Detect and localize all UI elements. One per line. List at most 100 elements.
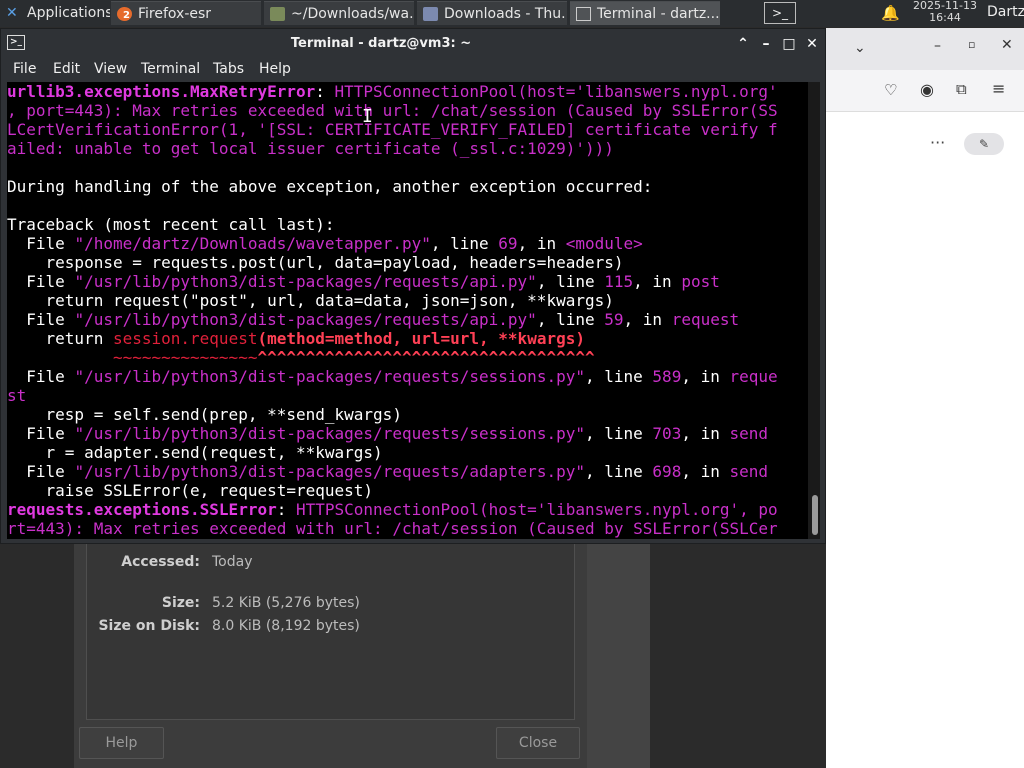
terminal-icon bbox=[576, 6, 591, 21]
terminal-text-segment: , line bbox=[584, 462, 653, 481]
taskbar-window-editor[interactable]: ~/Downloads/wa... bbox=[264, 1, 414, 25]
applications-menu[interactable]: ✕ Applications ≡ bbox=[0, 1, 110, 25]
terminal-titlebar[interactable]: >_ Terminal - dartz@vm3: ~ ⌃ – □ ✕ bbox=[1, 29, 827, 59]
menu-edit[interactable]: Edit bbox=[53, 61, 80, 77]
terminal-line: resp = self.send(prep, **send_kwargs) bbox=[7, 405, 402, 424]
extensions-icon[interactable]: ⧉ bbox=[956, 80, 967, 98]
terminal-text-segment: return request("post", url, data=data, j… bbox=[7, 291, 614, 310]
terminal-text-segment: send bbox=[729, 462, 769, 481]
menu-help[interactable]: Help bbox=[259, 61, 291, 77]
accessed-label: Accessed: bbox=[121, 554, 200, 570]
terminal-text-segment: (method=method, url=url, **kwargs) bbox=[257, 329, 585, 348]
more-options-icon[interactable]: ··· bbox=[930, 133, 945, 152]
menu-terminal[interactable]: Terminal bbox=[141, 61, 200, 77]
pocket-icon[interactable]: ♡ bbox=[884, 81, 897, 99]
terminal-text-segment: ^^^^^^^^^^^^^^^^^^^^^^^^^^^^^^^^^^^ bbox=[257, 348, 595, 367]
terminal-text-segment: return bbox=[7, 329, 113, 348]
clock[interactable]: 2025-11-13 16:44 bbox=[906, 0, 984, 24]
scrollbar-thumb[interactable] bbox=[812, 495, 818, 535]
close-icon[interactable]: ✕ bbox=[804, 36, 820, 52]
terminal-text-segment: File bbox=[7, 367, 75, 386]
taskbar: ✕ Applications ≡ 2 Firefox-esr ~/Downloa… bbox=[0, 0, 1024, 27]
size-on-disk-label: Size on Disk: bbox=[98, 618, 200, 634]
terminal-text-segment: , in bbox=[681, 424, 730, 443]
minimize-icon[interactable]: – bbox=[758, 36, 774, 52]
shade-icon[interactable]: ⌃ bbox=[735, 36, 751, 52]
help-button[interactable]: Help bbox=[79, 727, 164, 759]
terminal-text-segment: r = adapter.send(request, **kwargs) bbox=[7, 443, 383, 462]
terminal-text-segment: HTTPSConnectionPool(host='libanswers.nyp… bbox=[334, 82, 778, 101]
terminal-text-segment: reque bbox=[729, 367, 778, 386]
terminal-text-segment: 69 bbox=[498, 234, 518, 253]
terminal-line: File "/usr/lib/python3/dist-packages/req… bbox=[7, 462, 768, 481]
terminal-text-segment: File bbox=[7, 272, 75, 291]
terminal-launcher-icon[interactable]: >_ bbox=[764, 2, 796, 24]
dialog-side-panel bbox=[587, 540, 650, 768]
taskbar-window-label: Terminal - dartz... bbox=[597, 5, 720, 22]
terminal-text-segment: ~~~~~~~~~~~~~~~ bbox=[7, 348, 258, 367]
terminal-line: response = requests.post(url, data=paylo… bbox=[7, 253, 624, 272]
terminal-line: Traceback (most recent call last): bbox=[7, 215, 335, 234]
taskbar-window-label: Downloads - Thu... bbox=[444, 5, 567, 22]
user-menu[interactable]: Dartz bbox=[987, 4, 1024, 20]
terminal-output[interactable]: urllib3.exceptions.MaxRetryError: HTTPSC… bbox=[7, 82, 808, 539]
terminal-text-segment: response = requests.post(url, data=paylo… bbox=[7, 253, 624, 272]
close-icon[interactable]: ✕ bbox=[1001, 37, 1013, 53]
terminal-line: LCertVerificationError(1, '[SSL: CERTIFI… bbox=[7, 120, 778, 139]
terminal-text-segment: post bbox=[681, 272, 720, 291]
terminal-text-segment: , in bbox=[633, 272, 682, 291]
terminal-line: raise SSLError(e, request=request) bbox=[7, 481, 374, 500]
terminal-text-segment: request bbox=[671, 310, 740, 329]
terminal-line: rt=443): Max retries exceeded with url: … bbox=[7, 519, 778, 538]
close-button[interactable]: Close bbox=[496, 727, 580, 759]
notification-badge: 2 bbox=[123, 9, 130, 21]
terminal-text-segment: st bbox=[7, 386, 27, 405]
terminal-text-segment: Traceback (most recent call last): bbox=[7, 215, 335, 234]
terminal-line: st bbox=[7, 386, 26, 405]
terminal-menubar: File Edit View Terminal Tabs Help bbox=[1, 59, 827, 81]
terminal-scrollbar[interactable] bbox=[808, 82, 820, 539]
terminal-text-segment: session.request bbox=[112, 329, 258, 348]
chevron-down-icon[interactable]: ⌄ bbox=[854, 40, 866, 56]
clock-time: 16:44 bbox=[929, 11, 961, 24]
terminal-text-segment: 589 bbox=[652, 367, 682, 386]
minimize-icon[interactable]: – bbox=[934, 38, 941, 54]
terminal-line: File "/usr/lib/python3/dist-packages/req… bbox=[7, 272, 720, 291]
terminal-text-segment: , in bbox=[517, 234, 566, 253]
maximize-icon[interactable]: ▫ bbox=[968, 38, 975, 51]
terminal-text-segment: raise SSLError(e, request=request) bbox=[7, 481, 374, 500]
terminal-line: ailed: unable to get local issuer certif… bbox=[7, 139, 614, 158]
firefox-titlebar: ⌄ – ▫ ✕ bbox=[826, 28, 1024, 70]
terminal-line: return session.request(method=method, ur… bbox=[7, 329, 585, 348]
taskbar-window-file-manager[interactable]: Downloads - Thu... bbox=[417, 1, 567, 25]
terminal-line: ~~~~~~~~~~~~~~~^^^^^^^^^^^^^^^^^^^^^^^^^… bbox=[7, 348, 595, 367]
terminal-text-segment: File bbox=[7, 234, 75, 253]
terminal-text-segment: , line bbox=[584, 424, 653, 443]
account-icon[interactable]: ◉ bbox=[920, 80, 934, 99]
menu-file[interactable]: File bbox=[13, 61, 36, 77]
terminal-line: r = adapter.send(request, **kwargs) bbox=[7, 443, 383, 462]
terminal-text-segment: : bbox=[315, 82, 335, 101]
firefox-icon: 2 bbox=[117, 6, 132, 21]
terminal-text-segment: "/usr/lib/python3/dist-packages/requests… bbox=[74, 310, 537, 329]
terminal-text-segment: <module> bbox=[565, 234, 643, 253]
taskbar-window-terminal[interactable]: Terminal - dartz... bbox=[570, 1, 720, 25]
size-label: Size: bbox=[161, 595, 200, 611]
terminal-text-segment: During handling of the above exception, … bbox=[7, 177, 653, 196]
terminal-text-segment: : bbox=[276, 500, 296, 519]
terminal-text-segment: , in bbox=[623, 310, 672, 329]
menu-icon[interactable]: ≡ bbox=[992, 79, 1005, 98]
taskbar-window-label: Firefox-esr bbox=[138, 5, 212, 22]
terminal-text-segment: resp = self.send(prep, **send_kwargs) bbox=[7, 405, 402, 424]
edit-pill-button[interactable]: ✎ bbox=[964, 133, 1004, 155]
terminal-line: return request("post", url, data=data, j… bbox=[7, 291, 614, 310]
maximize-icon[interactable]: □ bbox=[781, 36, 797, 52]
menu-tabs[interactable]: Tabs bbox=[213, 61, 244, 77]
terminal-text-segment: , line bbox=[430, 234, 499, 253]
taskbar-window-firefox[interactable]: 2 Firefox-esr bbox=[111, 1, 261, 25]
menu-view[interactable]: View bbox=[94, 61, 127, 77]
taskbar-window-label: ~/Downloads/wa... bbox=[291, 5, 414, 22]
notification-bell-icon[interactable]: 🔔 bbox=[881, 4, 900, 22]
terminal-text-segment: HTTPSConnectionPool(host='libanswers.nyp… bbox=[295, 500, 778, 519]
terminal-text-segment: LCertVerificationError(1, '[SSL: CERTIFI… bbox=[7, 120, 778, 139]
